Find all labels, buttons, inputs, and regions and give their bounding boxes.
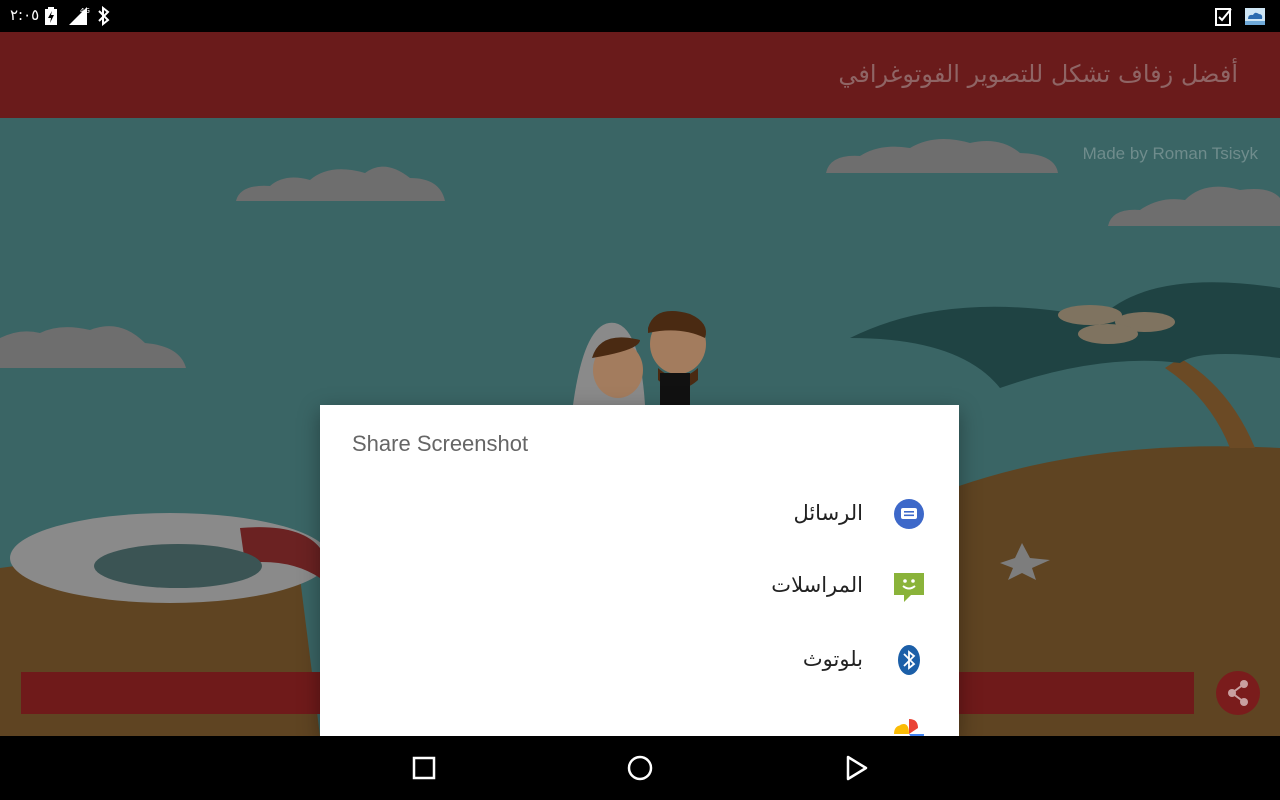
- share-icon: [1228, 680, 1248, 706]
- share-button[interactable]: [1216, 671, 1260, 715]
- status-bar: ٢:٠٥ 4G: [0, 0, 1280, 32]
- signal-4g-icon: 4G: [69, 7, 90, 25]
- share-option-photos[interactable]: [320, 701, 959, 736]
- app-title: أفضل زفاف تشكل للتصوير الفوتوغرافي: [838, 60, 1238, 88]
- back-button[interactable]: [840, 752, 872, 784]
- cloud-app-icon: [1245, 8, 1265, 25]
- bluetooth-share-icon: [898, 645, 920, 675]
- recents-button[interactable]: [408, 752, 440, 784]
- battery-charging-icon: [45, 7, 57, 25]
- share-option-messages[interactable]: الرسائل: [320, 481, 959, 553]
- network-label: 4G: [80, 7, 90, 15]
- cloud: [0, 326, 186, 368]
- cloud: [826, 139, 1058, 173]
- share-option-label: بلوتوث: [802, 647, 863, 671]
- share-option-label: الرسائل: [793, 501, 863, 525]
- dialog-title: Share Screenshot: [352, 431, 529, 456]
- share-option-label: المراسلات: [771, 573, 863, 597]
- bluetooth-icon: [98, 6, 110, 26]
- share-option-bluetooth[interactable]: بلوتوث: [320, 627, 959, 699]
- clipboard-check-icon: [1215, 8, 1232, 26]
- photos-icon: [894, 719, 924, 736]
- app-bar: أفضل زفاف تشكل للتصوير الفوتوغرافي: [0, 32, 1280, 118]
- cloud: [236, 166, 445, 201]
- status-time: ٢:٠٥: [10, 6, 40, 24]
- life-ring: [10, 513, 330, 603]
- credit-text: Made by Roman Tsisyk: [1082, 144, 1258, 163]
- wedding-couple: [573, 311, 706, 405]
- share-option-messaging[interactable]: المراسلات: [320, 553, 959, 625]
- home-button[interactable]: [624, 752, 656, 784]
- messaging-icon: [894, 573, 924, 602]
- cloud: [1108, 186, 1280, 226]
- navigation-bar: [0, 736, 1280, 800]
- share-dialog: Share Screenshot الرسائل المراسلات بلوتو…: [320, 405, 959, 736]
- messages-icon: [894, 499, 924, 529]
